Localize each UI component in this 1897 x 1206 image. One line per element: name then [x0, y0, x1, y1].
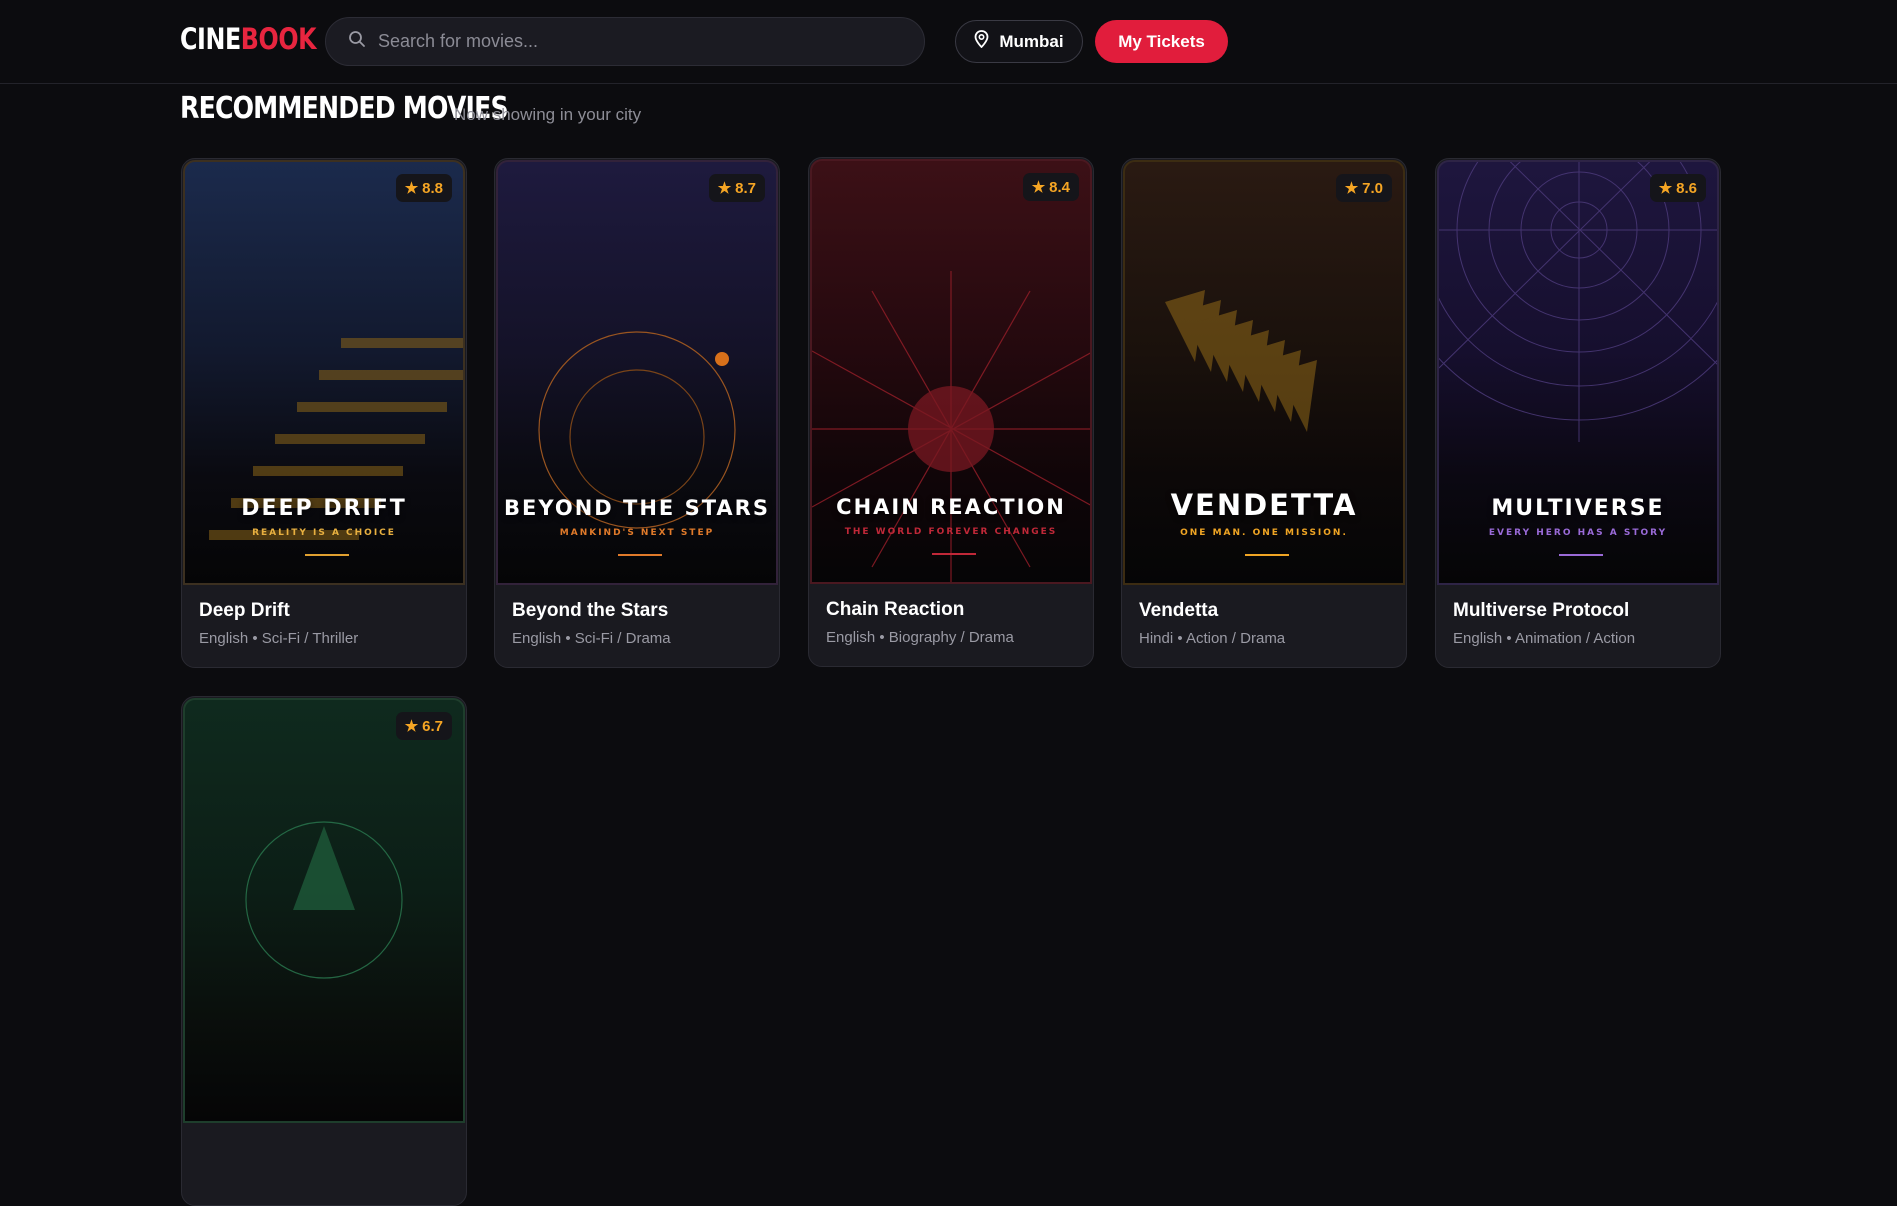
movie-poster[interactable]: ★ 8.7 BEYOND THE STARS MANKIND'S NEXT STE… [496, 160, 778, 585]
movie-info: Deep Drift English • Sci-Fi / Thriller [199, 600, 358, 647]
movie-card[interactable]: ★ 8.4 CHAIN REACTION THE WORLD FOREVER CH… [808, 157, 1094, 667]
top-navigation-bar: CINEBOOK Mumbai My Tickets [0, 0, 1897, 84]
logo-part-1: CINE [180, 22, 241, 56]
poster-title: CHAIN REACTION [836, 495, 1066, 519]
movie-card[interactable]: ★ 8.6 MULTIVERSE EVERY HERO HAS A STORY M… [1435, 158, 1721, 668]
poster-divider [1245, 554, 1289, 556]
poster-divider [1559, 554, 1603, 556]
my-tickets-button[interactable]: My Tickets [1095, 20, 1228, 63]
location-selector-button[interactable]: Mumbai [955, 20, 1083, 63]
movie-title[interactable]: Deep Drift [199, 600, 358, 622]
star-icon: ★ [404, 180, 419, 197]
movie-info: Multiverse Protocol English • Animation … [1453, 600, 1635, 647]
poster-artwork [812, 271, 1090, 582]
rating-value: 8.4 [1049, 178, 1070, 196]
movie-poster[interactable]: ★ 8.4 CHAIN REACTION THE WORLD FOREVER CH… [810, 159, 1092, 584]
poster-tagline: ONE MAN. ONE MISSION. [1180, 528, 1348, 538]
movie-genres: Sci-Fi / Thriller [261, 630, 359, 647]
poster-divider [305, 554, 349, 556]
poster-artwork [209, 338, 463, 540]
star-icon: ★ [1658, 180, 1673, 197]
poster-tagline: REALITY IS A CHOICE [252, 528, 396, 538]
movie-card[interactable]: ★ 6.7 [181, 696, 467, 1206]
rating-badge: ★ 8.8 [395, 174, 452, 202]
movie-genres: Sci-Fi / Drama [574, 630, 671, 647]
movie-title[interactable]: Vendetta [1139, 600, 1285, 622]
poster-artwork [1439, 162, 1717, 442]
search-bar[interactable] [325, 17, 925, 66]
movie-card[interactable]: ★ 8.7 BEYOND THE STARS MANKIND'S NEXT STE… [494, 158, 780, 668]
movie-title[interactable]: Multiverse Protocol [1453, 600, 1635, 622]
map-pin-icon [974, 30, 989, 53]
star-icon: ★ [717, 180, 732, 197]
poster-artwork [538, 331, 736, 529]
poster-artwork [245, 821, 403, 979]
logo-part-2: BOOK [240, 22, 317, 56]
movie-poster[interactable]: ★ 6.7 [183, 698, 465, 1123]
rating-value: 7.0 [1362, 179, 1383, 197]
search-icon [348, 30, 366, 53]
movie-card[interactable]: ★ 8.8 DEEP DRIFT REALITY IS A CHOICE Deep… [181, 158, 467, 668]
section-subtitle: Now showing in your city [454, 105, 642, 124]
search-input[interactable] [378, 31, 924, 52]
star-icon: ★ [1031, 179, 1046, 196]
movie-info: Chain Reaction English • Biography / Dra… [826, 599, 1014, 646]
movie-language: Hindi [1139, 630, 1174, 647]
poster-tagline: THE WORLD FOREVER CHANGES [844, 527, 1058, 537]
movie-meta: Hindi • Action / Drama [1139, 630, 1286, 647]
movie-genres: Biography / Drama [888, 629, 1014, 646]
poster-divider [618, 554, 662, 556]
poster-title: DEEP DRIFT [241, 496, 407, 521]
rating-badge: ★ 8.4 [1022, 173, 1079, 201]
movie-language: English [826, 629, 876, 646]
movie-info: Vendetta Hindi • Action / Drama [1139, 600, 1285, 647]
star-icon: ★ [1344, 180, 1359, 197]
movie-poster[interactable]: ★ 8.6 MULTIVERSE EVERY HERO HAS A STORY [1437, 160, 1719, 585]
movie-poster[interactable]: ★ 7.0 VENDETTA ONE MAN. ONE MISSION. [1123, 160, 1405, 585]
star-icon: ★ [404, 718, 419, 735]
movie-language: English [512, 630, 562, 647]
movie-info: Beyond the Stars English • Sci-Fi / Dram… [512, 600, 671, 647]
poster-tagline: EVERY HERO HAS A STORY [1488, 528, 1668, 538]
poster-divider [932, 553, 976, 555]
movie-card[interactable]: ★ 7.0 VENDETTA ONE MAN. ONE MISSION. Vend… [1121, 158, 1407, 668]
location-label: Mumbai [999, 31, 1064, 51]
rating-value: 8.7 [735, 179, 756, 197]
movie-poster[interactable]: ★ 8.8 DEEP DRIFT REALITY IS A CHOICE [183, 160, 465, 585]
rating-badge: ★ 8.6 [1649, 174, 1706, 202]
movie-meta: English • Biography / Drama [826, 629, 1014, 646]
rating-value: 8.8 [422, 179, 443, 197]
movie-genres: Action / Drama [1185, 630, 1286, 647]
movie-title[interactable]: Chain Reaction [826, 599, 1014, 621]
rating-value: 6.7 [422, 717, 443, 735]
movie-title[interactable]: Beyond the Stars [512, 600, 671, 622]
movie-meta: English • Animation / Action [1453, 630, 1636, 647]
movie-language: English [1453, 630, 1503, 647]
cinebook-logo[interactable]: CINEBOOK [180, 22, 317, 56]
rating-badge: ★ 8.7 [708, 174, 765, 202]
poster-title: VENDETTA [1170, 488, 1358, 522]
rating-badge: ★ 6.7 [395, 712, 452, 740]
movie-language: English [199, 630, 249, 647]
poster-title: MULTIVERSE [1491, 496, 1665, 521]
rating-value: 8.6 [1676, 179, 1697, 197]
rating-badge: ★ 7.0 [1335, 174, 1392, 202]
movie-meta: English • Sci-Fi / Thriller [199, 630, 359, 647]
poster-tagline: MANKIND'S NEXT STEP [559, 528, 715, 538]
movie-meta: English • Sci-Fi / Drama [512, 630, 671, 647]
poster-title: BEYOND THE STARS [504, 496, 770, 520]
movie-genres: Animation / Action [1514, 630, 1636, 647]
